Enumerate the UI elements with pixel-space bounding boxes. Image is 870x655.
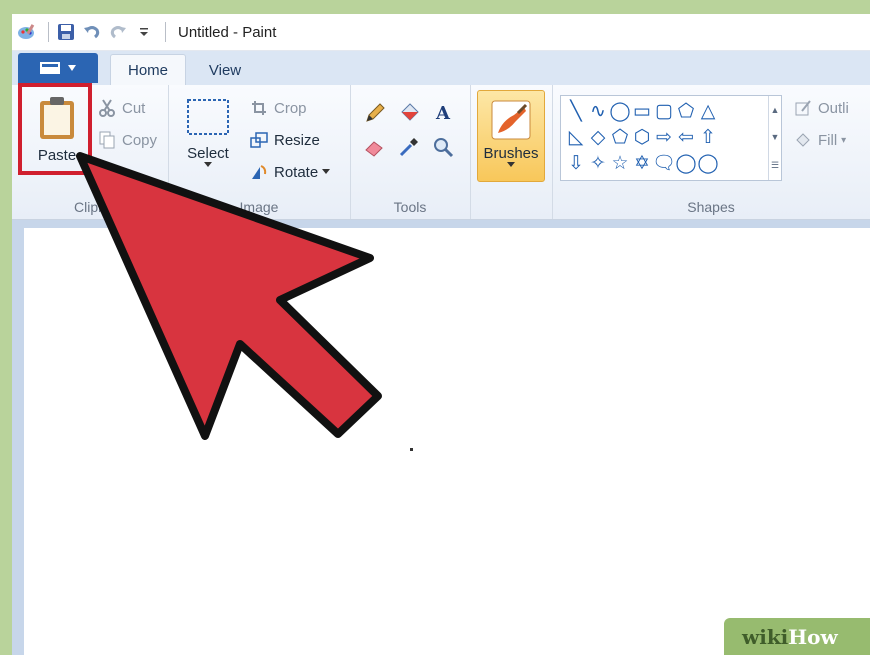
crop-icon	[248, 97, 270, 119]
curve-shape-icon[interactable]: ∿	[587, 98, 609, 124]
chevron-down-icon	[322, 169, 331, 174]
shapes-group: ╲ ∿ ◯ ▭ ▢ ⬠ △ ◺ ◇ ⬠ ⬡ ⇨ ⇦ ⇧ ⇩ ✧ ☆ ✡ 🗨 ◯ …	[552, 85, 870, 219]
rotate-button[interactable]: Rotate	[248, 161, 331, 183]
chevron-down-icon	[68, 65, 76, 71]
shapes-gallery[interactable]: ╲ ∿ ◯ ▭ ▢ ⬠ △ ◺ ◇ ⬠ ⬡ ⇨ ⇦ ⇧ ⇩ ✧ ☆ ✡ 🗨 ◯ …	[560, 95, 782, 181]
resize-icon	[248, 129, 270, 151]
chevron-down-icon: ▾	[841, 134, 847, 146]
ribbon: Paste Cut Copy Clipb Select Crop Resize …	[12, 85, 870, 220]
toolbar-separator	[48, 22, 49, 42]
oval-shape-icon[interactable]: ◯	[609, 98, 631, 124]
fill-icon	[792, 129, 814, 151]
customize-toolbar-icon[interactable]	[133, 21, 155, 43]
fill-bucket-icon[interactable]	[394, 99, 424, 127]
rotate-label: Rotate	[274, 163, 319, 181]
select-label: Select	[187, 145, 229, 162]
pentagon-shape-icon[interactable]: ⬠	[609, 124, 631, 150]
select-rectangle-icon	[187, 99, 229, 135]
pencil-icon[interactable]	[360, 99, 390, 127]
rectangle-shape-icon[interactable]: ▭	[631, 98, 653, 124]
right-triangle-shape-icon[interactable]: ◺	[565, 124, 587, 150]
cut-button[interactable]: Cut	[96, 97, 145, 119]
crop-label: Crop	[274, 99, 307, 117]
six-point-star-shape-icon[interactable]: ✡	[631, 150, 653, 176]
copy-label: Copy	[122, 131, 158, 149]
tab-home[interactable]: Home	[110, 54, 186, 86]
up-arrow-shape-icon[interactable]: ⇧	[697, 124, 719, 150]
outline-icon	[792, 97, 814, 119]
paint-menu-button[interactable]	[18, 53, 98, 83]
copy-icon	[96, 129, 118, 151]
eraser-icon[interactable]	[360, 133, 390, 161]
fill-button[interactable]: Fill ▾	[792, 129, 846, 151]
select-button[interactable]: Select	[180, 97, 236, 168]
work-area	[12, 220, 870, 655]
ribbon-tabs: Home View	[12, 51, 870, 86]
image-group-label: Image	[239, 199, 279, 215]
cloud-callout-shape-icon[interactable]: ◯	[697, 150, 719, 176]
drawing-canvas[interactable]	[24, 228, 870, 655]
five-point-star-shape-icon[interactable]: ☆	[609, 150, 631, 176]
magnifier-icon[interactable]	[428, 133, 458, 161]
cut-label: Cut	[122, 99, 146, 117]
right-arrow-shape-icon[interactable]: ⇨	[653, 124, 675, 150]
outline-label: Outli	[818, 99, 849, 117]
save-icon[interactable]	[55, 21, 77, 43]
image-group: Select Crop Resize Rotate Image	[168, 85, 351, 219]
copy-button[interactable]: Copy	[96, 129, 157, 151]
scissors-icon	[96, 97, 118, 119]
rounded-rectangle-shape-icon[interactable]: ▢	[653, 98, 675, 124]
shapes-scrollbar[interactable]: ▲ ▼ ☰	[768, 96, 781, 180]
quick-access-toolbar	[12, 14, 172, 50]
scroll-down-icon[interactable]: ▼	[771, 132, 780, 142]
redo-icon[interactable]	[107, 21, 129, 43]
tools-grid: A	[360, 99, 458, 161]
shapes-group-label: Shapes	[687, 199, 735, 215]
tools-group: A Tools	[350, 85, 471, 219]
undo-icon[interactable]	[81, 21, 103, 43]
triangle-shape-icon[interactable]: △	[697, 98, 719, 124]
shapes-grid: ╲ ∿ ◯ ▭ ▢ ⬠ △ ◺ ◇ ⬠ ⬡ ⇨ ⇦ ⇧ ⇩ ✧ ☆ ✡ 🗨 ◯ …	[565, 98, 763, 176]
diamond-shape-icon[interactable]: ◇	[587, 124, 609, 150]
four-point-star-shape-icon[interactable]: ✧	[587, 150, 609, 176]
paint-window: Untitled - Paint Home View Paste Cut Cop…	[12, 14, 870, 655]
toolbar-separator	[165, 22, 166, 42]
crop-button[interactable]: Crop	[248, 97, 307, 119]
window-title: Untitled - Paint	[178, 23, 277, 41]
tools-group-label: Tools	[393, 199, 427, 215]
down-arrow-shape-icon[interactable]: ⇩	[565, 150, 587, 176]
resize-label: Resize	[274, 131, 320, 149]
outline-button[interactable]: Outli	[792, 97, 849, 119]
rotate-icon	[248, 161, 270, 183]
wikihow-watermark: wiki How	[724, 618, 870, 655]
line-shape-icon[interactable]: ╲	[565, 98, 587, 124]
text-tool-icon[interactable]: A	[428, 99, 458, 127]
rounded-callout-shape-icon[interactable]: 🗨	[652, 150, 676, 176]
paint-menu-icon	[40, 62, 60, 74]
title-bar: Untitled - Paint	[12, 14, 870, 51]
brushes-group	[470, 85, 553, 219]
polygon-shape-icon[interactable]: ⬠	[675, 98, 697, 124]
scroll-up-icon[interactable]: ▲	[771, 105, 780, 115]
watermark-wiki: wiki	[742, 624, 789, 649]
color-picker-icon[interactable]	[394, 133, 424, 161]
clipboard-group-label: Clipb	[74, 199, 106, 215]
watermark-how: How	[788, 624, 838, 649]
expand-gallery-icon[interactable]: ☰	[771, 160, 779, 171]
paste-highlight-box	[18, 83, 92, 175]
canvas-dot	[410, 448, 413, 451]
oval-callout-shape-icon[interactable]: ◯	[675, 150, 697, 176]
paint-app-icon[interactable]	[16, 21, 38, 43]
resize-button[interactable]: Resize	[248, 129, 320, 151]
left-arrow-shape-icon[interactable]: ⇦	[675, 124, 697, 150]
fill-label: Fill	[818, 131, 838, 149]
hexagon-shape-icon[interactable]: ⬡	[631, 124, 653, 150]
tab-view[interactable]: View	[190, 55, 260, 85]
chevron-down-icon	[204, 162, 212, 167]
